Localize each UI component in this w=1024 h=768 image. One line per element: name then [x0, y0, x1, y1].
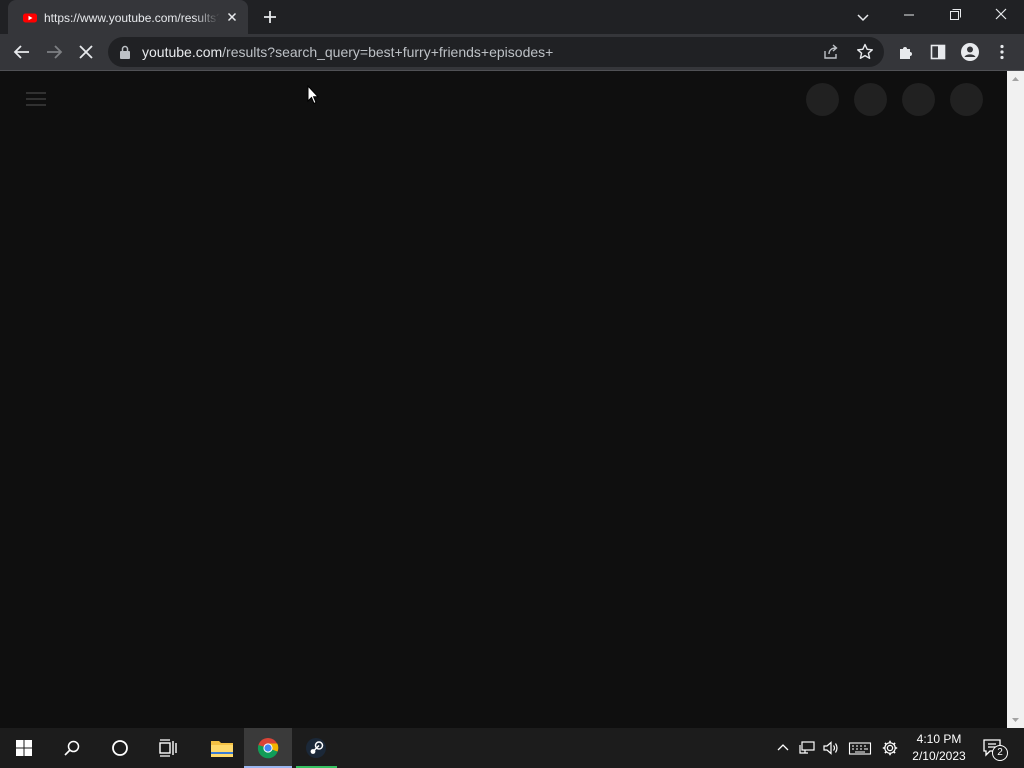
start-icon[interactable] — [0, 728, 48, 768]
tab-search-chevron-icon[interactable] — [851, 5, 875, 29]
lock-icon[interactable] — [118, 44, 132, 60]
desktop-screen: https://www.youtube.com/results?search_q… — [0, 0, 1024, 768]
browser-tab-youtube[interactable]: https://www.youtube.com/results?search_q… — [8, 0, 248, 34]
url-path: /results?search_query=best+furry+friends… — [222, 44, 554, 60]
action-center-notifications-icon[interactable]: 2 — [978, 728, 1018, 768]
window-restore-button[interactable] — [932, 0, 978, 30]
clock-date: 2/10/2023 — [912, 749, 966, 763]
taskbar-clock[interactable]: 4:10 PM 2/10/2023 — [906, 731, 972, 765]
forward-arrow-icon[interactable] — [40, 38, 68, 66]
notification-count-badge: 2 — [992, 745, 1008, 761]
extensions-puzzle-icon[interactable] — [892, 38, 920, 66]
skeleton-circle-placeholder — [806, 83, 839, 116]
chrome-menu-icon[interactable] — [988, 38, 1016, 66]
network-icon[interactable] — [795, 728, 819, 768]
settings-gear-icon[interactable] — [878, 728, 902, 768]
steam-icon[interactable] — [296, 728, 337, 768]
skeleton-circle-placeholder — [950, 83, 983, 116]
address-bar[interactable]: youtube.com/results?search_query=best+fu… — [108, 37, 884, 67]
chrome-taskbar-icon[interactable] — [244, 728, 292, 768]
window-minimize-button[interactable] — [886, 0, 932, 30]
stop-loading-icon[interactable] — [72, 38, 100, 66]
show-hidden-icons-chevron-icon[interactable] — [771, 728, 795, 768]
url-host: youtube.com — [142, 44, 223, 60]
new-tab-plus-icon[interactable] — [258, 5, 282, 29]
window-close-button[interactable] — [978, 0, 1024, 30]
browser-toolbar: youtube.com/results?search_query=best+fu… — [0, 34, 1024, 70]
scroll-down-arrow-icon[interactable] — [1007, 711, 1024, 728]
youtube-page-loading — [0, 71, 1007, 728]
skeleton-circle-placeholder — [902, 83, 935, 116]
clock-time: 4:10 PM — [916, 732, 962, 746]
back-arrow-icon[interactable] — [8, 38, 36, 66]
touch-keyboard-icon[interactable] — [845, 728, 873, 768]
side-panel-icon[interactable] — [924, 38, 952, 66]
skeleton-circle-placeholder — [854, 83, 887, 116]
mouse-pointer-icon — [307, 84, 320, 105]
url-text[interactable]: youtube.com/results?search_query=best+fu… — [142, 44, 553, 60]
share-icon[interactable] — [821, 42, 841, 62]
tab-title: https://www.youtube.com/results?search_q… — [44, 11, 220, 25]
scroll-up-arrow-icon[interactable] — [1007, 71, 1024, 88]
tab-strip: https://www.youtube.com/results?search_q… — [0, 0, 1024, 34]
cortana-icon[interactable] — [96, 728, 144, 768]
windows-taskbar: 4:10 PM 2/10/2023 2 — [0, 728, 1024, 768]
bookmark-star-icon[interactable] — [855, 42, 875, 62]
guide-menu-icon[interactable] — [24, 89, 48, 109]
volume-icon[interactable] — [819, 728, 843, 768]
tab-close-icon[interactable] — [224, 9, 240, 25]
file-explorer-icon[interactable] — [196, 728, 244, 768]
task-view-icon[interactable] — [144, 728, 192, 768]
search-icon[interactable] — [48, 728, 96, 768]
youtube-favicon-icon — [22, 10, 38, 26]
profile-avatar-icon[interactable] — [956, 38, 984, 66]
page-scrollbar[interactable] — [1007, 71, 1024, 728]
